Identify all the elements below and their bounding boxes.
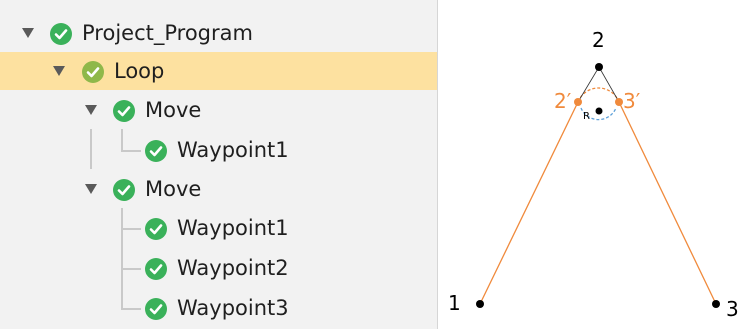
expand-toggle-icon[interactable] [85,184,97,194]
point-3prime-label: 3′ [623,89,641,113]
node-label: Waypoint3 [177,296,289,320]
point-2prime-marker [574,98,582,106]
center-point-marker [595,107,603,115]
radius-label: R [583,111,590,122]
guide-line [598,66,620,103]
check-status-icon [145,298,167,320]
check-status-icon [145,140,167,162]
check-status-icon [145,218,167,240]
tree-node-loop[interactable]: Loop [0,52,437,90]
node-label: Waypoint1 [177,138,289,162]
node-label: Loop [114,59,165,83]
expand-toggle-icon[interactable] [53,66,65,76]
tree-node-waypoint[interactable]: Waypoint1 [0,209,437,247]
check-status-icon [50,23,72,45]
path-segment-line [479,101,579,305]
blend-radius-diagram: 2 2′ 3′ R 1 3 [448,28,739,321]
node-label: Move [145,98,202,122]
tree-node-project-program[interactable]: Project_Program [0,14,437,52]
path-segment-line [618,101,717,305]
tree-node-move[interactable]: Move [0,170,437,208]
check-status-icon [145,258,167,280]
tree-node-waypoint[interactable]: Waypoint1 [0,131,437,169]
program-tree: Project_Program Loop Move Waypoint1 Move… [0,0,438,329]
point-3-marker [712,300,720,308]
node-label: Project_Program [82,21,253,45]
guide-line [577,66,600,103]
check-status-icon [82,61,104,83]
point-2-label: 2 [592,28,605,52]
expand-toggle-icon[interactable] [85,105,97,115]
check-status-icon [113,179,135,201]
tree-node-waypoint[interactable]: Waypoint2 [0,249,437,287]
check-status-icon [113,100,135,122]
node-label: Waypoint2 [177,256,289,280]
point-1-label: 1 [448,291,461,315]
point-2prime-label: 2′ [554,89,572,113]
node-label: Waypoint1 [177,216,289,240]
point-3prime-marker [615,98,623,106]
tree-node-waypoint[interactable]: Waypoint3 [0,289,437,327]
expand-toggle-icon[interactable] [22,28,34,38]
node-label: Move [145,177,202,201]
tree-node-move[interactable]: Move [0,91,437,129]
point-3-label: 3 [726,297,739,321]
point-2-marker [595,63,603,71]
point-1-marker [476,300,484,308]
blend-arc [577,87,620,103]
